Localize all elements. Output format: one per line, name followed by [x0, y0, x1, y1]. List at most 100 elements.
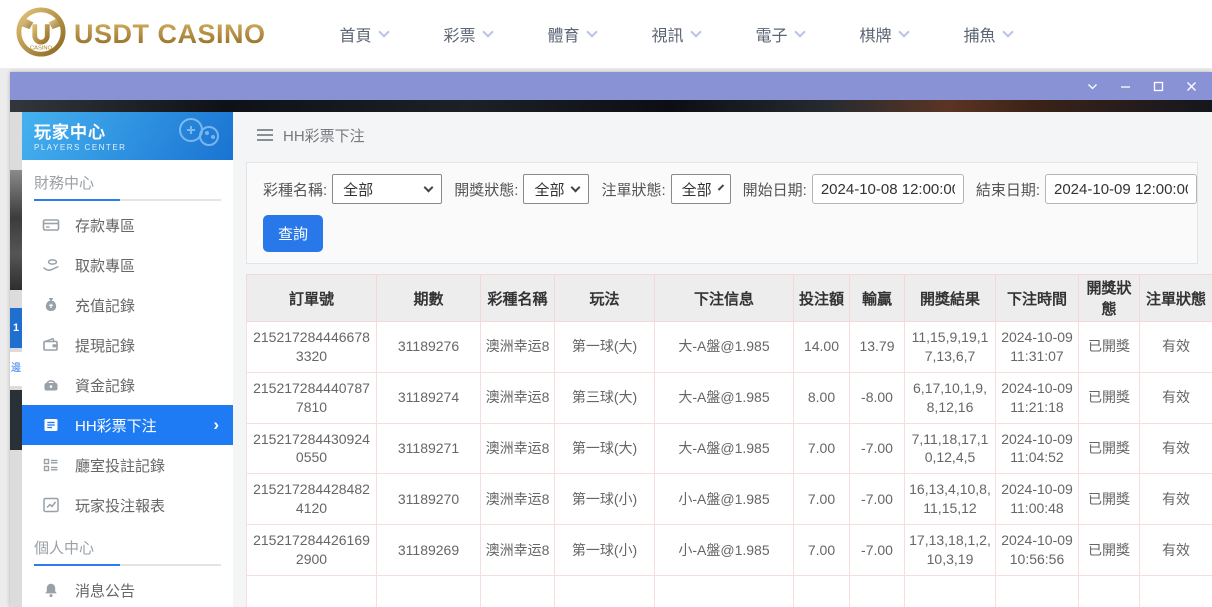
table-cell	[247, 575, 377, 607]
table-cell	[850, 575, 905, 607]
table-cell: 第一球(小)	[555, 474, 655, 525]
sidebar-item[interactable]: 玩家投注報表	[22, 485, 233, 525]
table-cell: 已開獎	[1079, 423, 1140, 474]
background-fragment	[10, 390, 22, 450]
table-cell: 小-A盤@1.985	[655, 525, 794, 576]
sidebar-item-label: 存款專區	[75, 215, 135, 236]
nav-item[interactable]: 電子	[728, 0, 832, 68]
table-cell: -7.00	[850, 423, 905, 474]
table-cell: 澳洲幸运8	[481, 423, 555, 474]
table-cell	[1140, 575, 1212, 607]
draw-status-label: 開獎狀態:	[454, 179, 518, 200]
chevron-right-icon: ›	[213, 415, 219, 435]
nav-item-label: 體育	[548, 22, 580, 46]
nav-item-label: 捕魚	[964, 22, 996, 46]
sidebar-item[interactable]: 消息公告	[22, 570, 233, 607]
table-cell	[555, 575, 655, 607]
query-button[interactable]: 查詢	[263, 215, 323, 252]
nav-item[interactable]: 捕魚	[936, 0, 1040, 68]
sidebar-item-label: 玩家投注報表	[75, 495, 165, 516]
breadcrumb: HH彩票下注	[233, 112, 1212, 158]
site-logo[interactable]: CASINO USDT CASINO	[16, 7, 266, 62]
table-cell: 已開獎	[1079, 372, 1140, 423]
column-header: 投注額	[794, 275, 850, 322]
table-cell: 2152172844466783320	[247, 322, 377, 373]
filter-panel: 彩種名稱: 全部 開獎狀態: 全部 注單狀態: 全部 開始	[246, 162, 1198, 264]
background-fragment	[10, 170, 22, 290]
start-date-input[interactable]	[812, 174, 964, 204]
column-header: 下注信息	[655, 275, 794, 322]
table-cell: 2024-10-09 11:04:52	[996, 423, 1079, 474]
nav-item-label: 視訊	[652, 22, 684, 46]
chevron-down-icon	[690, 26, 701, 37]
minimize-icon[interactable]	[1119, 80, 1132, 93]
table-cell: 大-A盤@1.985	[655, 322, 794, 373]
start-date-label: 開始日期:	[743, 179, 807, 200]
order-status-select[interactable]: 全部	[671, 174, 731, 204]
sidebar-item[interactable]: 存款專區	[22, 205, 233, 245]
chevron-down-icon	[717, 184, 723, 190]
withdraw-record-icon	[42, 336, 60, 354]
sidebar-item-label: 充值記錄	[75, 295, 135, 316]
sidebar-item[interactable]: 提現記錄	[22, 325, 233, 365]
column-header: 期數	[377, 275, 481, 322]
table-cell: 31189269	[377, 525, 481, 576]
lottery-name-select[interactable]: 全部	[332, 174, 442, 204]
table-cell: 澳洲幸运8	[481, 525, 555, 576]
deposit-card-icon	[42, 216, 60, 234]
table-cell: 2152172844407877810	[247, 372, 377, 423]
recharge-bag-icon	[42, 296, 60, 314]
table-row: 215217284446678332031189276澳洲幸运8第一球(大)大-…	[247, 322, 1212, 373]
menu-toggle-icon[interactable]	[257, 129, 273, 141]
sidebar-item[interactable]: HH彩票下注›	[22, 405, 233, 445]
nav-menu: 首頁 彩票 體育 視訊 電子棋牌 捕魚	[312, 0, 1040, 68]
table-cell: 2024-10-09 11:31:07	[996, 322, 1079, 373]
table-cell: 已開獎	[1079, 525, 1140, 576]
table-cell	[905, 575, 996, 607]
table-row-partial	[247, 575, 1212, 607]
sidebar-item[interactable]: 取款專區	[22, 245, 233, 285]
nav-item[interactable]: 視訊	[624, 0, 728, 68]
end-date-input[interactable]	[1045, 174, 1197, 204]
table-cell: -8.00	[850, 372, 905, 423]
sidebar-item-label: 資金記錄	[75, 375, 135, 396]
sidebar-item[interactable]: 充值記錄	[22, 285, 233, 325]
table-cell: 2152172844309240550	[247, 423, 377, 474]
draw-status-select[interactable]: 全部	[523, 174, 589, 204]
window-body: 1 邊 玩家中心 PLAYERS CENTER 財務中心存款專區取款專區充值記錄…	[10, 112, 1212, 607]
table-cell: 已開獎	[1079, 322, 1140, 373]
column-header: 訂單號	[247, 275, 377, 322]
table-cell: 第三球(大)	[555, 372, 655, 423]
nav-item[interactable]: 彩票	[416, 0, 520, 68]
lottery-name-label: 彩種名稱:	[263, 179, 327, 200]
table-row: 215217284428482412031189270澳洲幸运8第一球(小)小-…	[247, 474, 1212, 525]
chevron-down-icon[interactable]	[1086, 80, 1099, 93]
chevron-down-icon	[898, 26, 909, 37]
nav-item[interactable]: 棋牌	[832, 0, 936, 68]
usdt-coin-logo-icon: CASINO	[16, 7, 66, 62]
table-cell: 2024-10-09 10:56:56	[996, 525, 1079, 576]
page-title: HH彩票下注	[283, 125, 365, 146]
column-header: 開獎結果	[905, 275, 996, 322]
withdraw-hand-icon	[42, 256, 60, 274]
sidebar-item[interactable]: 廳室投註記錄	[22, 445, 233, 485]
table-cell: 7.00	[794, 525, 850, 576]
sidebar-item[interactable]: 資金記錄	[22, 365, 233, 405]
nav-item[interactable]: 體育	[520, 0, 624, 68]
table-cell: 13.79	[850, 322, 905, 373]
table-cell: 澳洲幸运8	[481, 322, 555, 373]
close-icon[interactable]	[1185, 80, 1198, 93]
nav-item-label: 首頁	[340, 22, 372, 46]
nav-item[interactable]: 首頁	[312, 0, 416, 68]
table-cell: 已開獎	[1079, 474, 1140, 525]
table-cell	[1079, 575, 1140, 607]
sidebar-section-label: 個人中心	[22, 525, 233, 564]
table-cell: 8.00	[794, 372, 850, 423]
table-cell: -7.00	[850, 474, 905, 525]
chevron-down-icon	[378, 26, 389, 37]
chevron-down-icon	[424, 183, 434, 193]
sidebar-item-label: 消息公告	[75, 580, 135, 601]
sidebar-header: 玩家中心 PLAYERS CENTER	[22, 112, 233, 160]
maximize-icon[interactable]	[1152, 80, 1165, 93]
lottery-bet-icon	[42, 416, 60, 434]
